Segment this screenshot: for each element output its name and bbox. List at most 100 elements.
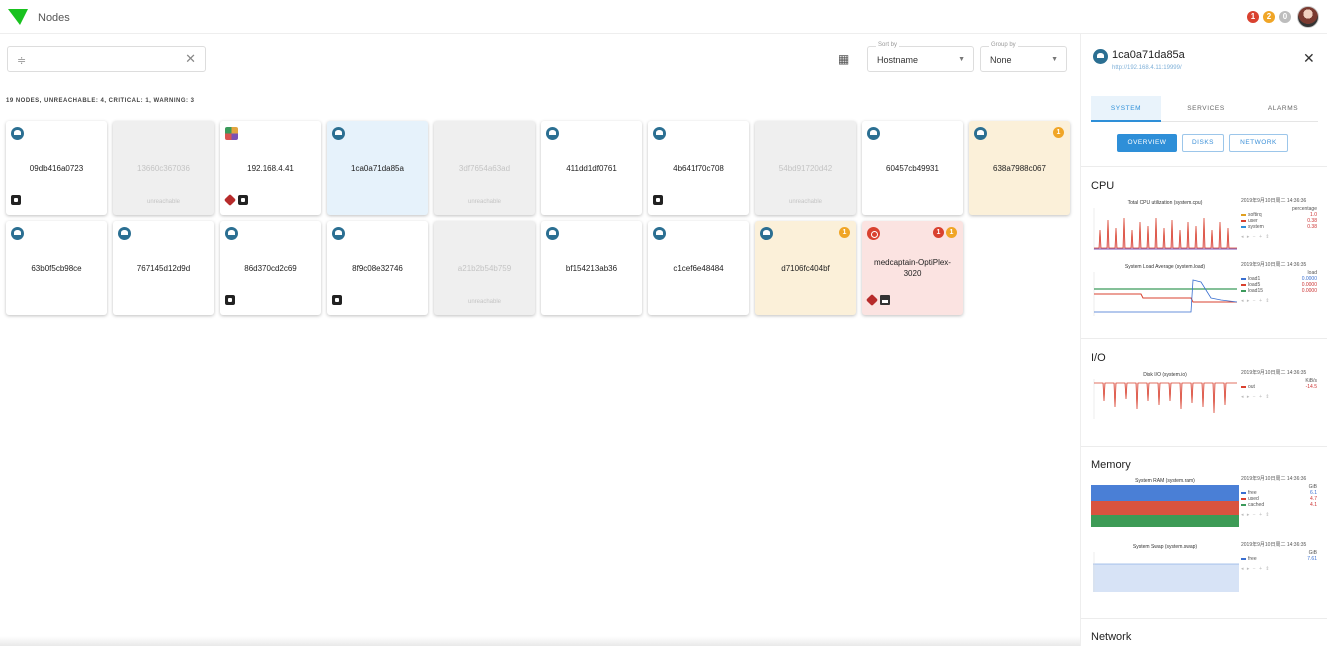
subtab-overview[interactable]: OVERVIEW	[1117, 134, 1177, 152]
info-alarm-indicator[interactable]: 0	[1279, 11, 1291, 23]
node-badges	[11, 195, 21, 205]
os-icon	[11, 127, 24, 140]
node-hostname: 638a7988c067	[993, 164, 1046, 173]
node-hostname: 3df7654a63ad	[458, 164, 511, 173]
os-icon	[867, 227, 880, 240]
chart-timestamp: 2019年9月10日周二 14:36:35	[1241, 542, 1307, 548]
node-hostname: d7106fc404bf	[781, 264, 830, 273]
node-card[interactable]: 54bd91720d42 unreachable	[755, 121, 856, 215]
node-alarm-badge[interactable]: 1	[933, 227, 944, 238]
os-icon	[118, 227, 131, 240]
node-card[interactable]: bf154213ab36	[541, 221, 642, 315]
chart-controls[interactable]: ◂ ▸ − + ⇕	[1241, 512, 1317, 518]
os-icon	[760, 227, 773, 240]
node-hostname: 60457cb49931	[886, 164, 939, 173]
group-by-label: Group by	[989, 42, 1018, 48]
node-card[interactable]: 63b0f5cb98ce	[6, 221, 107, 315]
legend-label: load15	[1248, 288, 1264, 294]
load-chart-plot	[1091, 272, 1239, 316]
node-hostname: 09db416a0723	[29, 164, 84, 173]
node-alarm-badge[interactable]: 1	[1053, 127, 1064, 138]
legend-swatch	[1241, 277, 1246, 280]
node-hostname: 192.168.4.41	[247, 164, 294, 173]
subtab-network[interactable]: NETWORK	[1229, 134, 1288, 152]
node-card[interactable]: 192.168.4.41	[220, 121, 321, 215]
grid-view-icon[interactable]: ▦	[838, 52, 849, 66]
node-hostname: c1cef6e48484	[673, 264, 724, 273]
legend-row[interactable]: load15 0.0000	[1241, 288, 1317, 294]
ram-chart-plot	[1091, 485, 1239, 527]
legend-swatch	[1241, 225, 1246, 228]
node-status: unreachable	[146, 199, 181, 205]
group-by-select[interactable]: Group by None ▼	[980, 42, 1067, 72]
legend-row[interactable]: free 7.61	[1241, 556, 1317, 562]
node-hostname: 8f9c08e32746	[352, 264, 403, 273]
node-card[interactable]: 3df7654a63ad unreachable	[434, 121, 535, 215]
node-card[interactable]: 09db416a0723	[6, 121, 107, 215]
legend-row[interactable]: cached 4.1	[1241, 502, 1317, 508]
package-icon	[865, 293, 879, 307]
cpu-chart-plot	[1091, 208, 1239, 250]
container-icon	[225, 295, 235, 305]
node-card[interactable]: 8f9c08e32746	[327, 221, 428, 315]
container-icon	[238, 195, 248, 205]
node-card[interactable]: 86d370cd2c69	[220, 221, 321, 315]
critical-alarm-indicator[interactable]: 1	[1247, 11, 1259, 23]
chart-timestamp: 2019年9月10日周二 14:36:36	[1241, 476, 1307, 482]
node-hostname: 63b0f5cb98ce	[31, 264, 82, 273]
search-filter-input[interactable]: ≑ ✕	[7, 46, 206, 72]
node-card[interactable]: d7106fc404bf 1	[755, 221, 856, 315]
node-alarm-badge[interactable]: 1	[946, 227, 957, 238]
node-card[interactable]: 638a7988c067 1	[969, 121, 1070, 215]
chart-controls[interactable]: ◂ ▸ − + ⇕	[1241, 234, 1317, 240]
divider	[1081, 618, 1327, 619]
chart-timestamp: 2019年9月10日周二 14:36:36	[1241, 198, 1307, 204]
legend-value: 7.61	[1307, 556, 1317, 562]
legend-row[interactable]: system 0.38	[1241, 224, 1317, 230]
node-card[interactable]: a21b2b54b759 unreachable	[434, 221, 535, 315]
chart-controls[interactable]: ◂ ▸ − + ⇕	[1241, 566, 1317, 572]
chart-title: Disk I/O (system.io)	[1143, 372, 1187, 378]
chart-title: System Load Average (system.load)	[1124, 264, 1206, 270]
group-by-value: None	[990, 55, 1012, 65]
node-card[interactable]: 411dd1df0761	[541, 121, 642, 215]
tab-alarms[interactable]: ALARMS	[1248, 96, 1318, 122]
logo-icon[interactable]	[8, 9, 28, 25]
cpu-chart-legend: 2019年9月10日周二 14:36:36 percentage softirq…	[1241, 198, 1317, 240]
chart-controls[interactable]: ◂ ▸ − + ⇕	[1241, 394, 1317, 400]
node-hostname: medcaptain-OptiPlex-3020	[874, 258, 951, 278]
os-icon	[332, 127, 345, 140]
sort-by-select[interactable]: Sort by Hostname ▼	[867, 42, 974, 72]
subtab-disks[interactable]: DISKS	[1182, 134, 1224, 152]
node-detail-panel: 1ca0a71da85a http://192.168.4.11:19999/ …	[1080, 34, 1327, 646]
node-card[interactable]: medcaptain-OptiPlex-3020 1 1	[862, 221, 963, 315]
user-avatar[interactable]	[1297, 6, 1319, 28]
node-card[interactable]: c1cef6e48484	[648, 221, 749, 315]
package-icon	[223, 193, 237, 207]
node-hostname: 767145d12d9d	[136, 264, 191, 273]
node-card[interactable]: 13660c367036 unreachable	[113, 121, 214, 215]
os-icon	[653, 127, 666, 140]
os-icon	[225, 227, 238, 240]
os-icon	[546, 227, 559, 240]
node-card[interactable]: 4b641f70c708	[648, 121, 749, 215]
panel-tabs: SYSTEM SERVICES ALARMS	[1091, 96, 1318, 122]
node-alarm-badge[interactable]: 1	[839, 227, 850, 238]
node-badges	[653, 195, 663, 205]
panel-url-link[interactable]: http://192.168.4.11:19999/	[1112, 65, 1182, 71]
node-hostname: 411dd1df0761	[566, 164, 617, 173]
node-card[interactable]: 767145d12d9d	[113, 221, 214, 315]
chart-title: System Swap (system.swap)	[1132, 544, 1198, 550]
chevron-down-icon: ▼	[1051, 56, 1058, 63]
tab-system[interactable]: SYSTEM	[1091, 96, 1161, 122]
node-card[interactable]: 1ca0a71da85a	[327, 121, 428, 215]
load-chart: System Load Average (system.load) 2019年9…	[1091, 262, 1317, 316]
node-card[interactable]: 60457cb49931	[862, 121, 963, 215]
tab-services[interactable]: SERVICES	[1171, 96, 1241, 122]
legend-row[interactable]: out -14.5	[1241, 384, 1317, 390]
clear-search-icon[interactable]: ✕	[185, 51, 196, 67]
warning-alarm-indicator[interactable]: 2	[1263, 11, 1275, 23]
chart-controls[interactable]: ◂ ▸ − + ⇕	[1241, 298, 1317, 304]
close-panel-icon[interactable]: ✕	[1303, 50, 1315, 67]
legend-swatch	[1241, 503, 1246, 506]
